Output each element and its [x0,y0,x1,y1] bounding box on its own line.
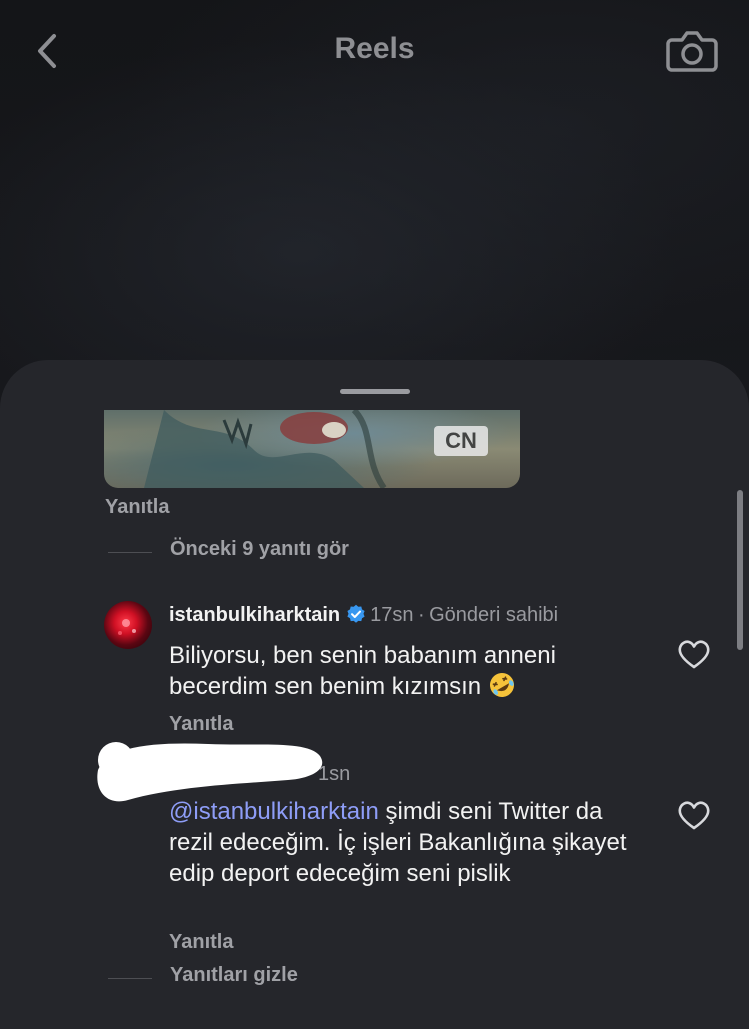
verified-badge-icon [347,604,365,623]
comment-media-thumbnail[interactable]: CN [104,410,520,488]
avatar-image [118,619,136,635]
mention-link[interactable]: @istanbulkiharktain [169,798,379,825]
scrollbar[interactable] [737,490,743,650]
comment-header: istanbulkiharktain 17sn · Gönderi sahibi [169,604,558,632]
comments-sheet: CN Yanıtla Önceki 9 yanıtı gör istanbulk… [0,360,749,1029]
heart-icon [678,801,710,830]
post-owner-badge: Gönderi sahibi [429,604,559,626]
camera-button[interactable] [666,26,718,74]
comment-time: 1sn [318,763,351,785]
like-button[interactable] [677,640,711,670]
camera-icon [666,31,718,72]
reply-button[interactable]: Yanıtla [105,496,169,519]
reply-text: @istanbulkiharktain şimdi seni Twitter d… [169,796,639,889]
thread-divider [108,552,152,553]
heart-icon [678,640,710,669]
cn-logo: CN [434,426,488,456]
avatar[interactable] [104,601,152,649]
comment-text: Biliyorsu, ben senin babanım anneni bece… [169,640,649,702]
comment-username[interactable]: istanbulkiharktain [169,604,340,626]
rofl-emoji-icon [489,673,514,697]
comment-time: 17sn [370,604,414,626]
meta-separator: · [417,604,425,626]
view-previous-replies-label: Önceki 9 yanıtı gör [170,538,349,560]
thread-divider [108,978,152,979]
like-button[interactable] [677,801,711,831]
reply-button[interactable]: Yanıtla [169,931,233,954]
sheet-drag-handle[interactable] [340,389,410,394]
reels-comments-screen: Reels CN Yanıtla Önceki 9 yanıtı gör ist… [0,0,749,1029]
hide-replies-label: Yanıtları gizle [170,964,298,986]
top-bar: Reels [0,0,749,100]
page-title: Reels [334,32,415,65]
